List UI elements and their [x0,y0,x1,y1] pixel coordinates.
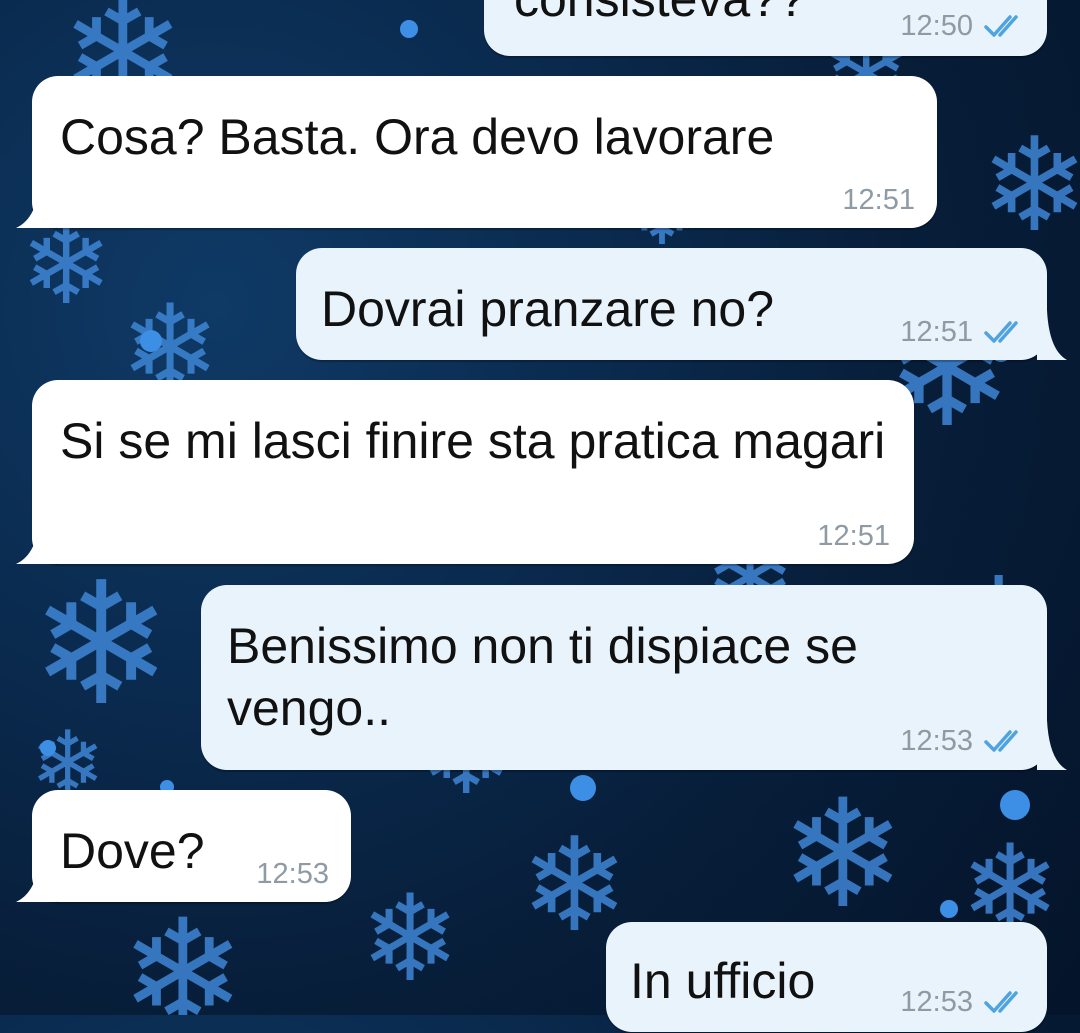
bubble-tail [1037,310,1067,360]
message-text: Dove? [60,823,205,879]
message-bubble-incoming[interactable]: Si se mi lasci finire sta pratica magari… [32,380,914,564]
message-meta: 12:51 [900,314,1027,350]
message-bubble-outgoing[interactable]: In ufficio 12:53 [606,922,1047,1032]
message-bubble-outgoing[interactable]: consisteva?? 12:50 [484,0,1047,56]
message-text: Cosa? Basta. Ora devo lavorare [60,109,775,165]
bubble-tail [16,514,56,564]
wallpaper-dot [940,900,958,918]
message-text: In ufficio [630,953,816,1009]
message-meta: 12:53 [256,856,329,892]
wallpaper-dot [400,20,418,38]
message-meta: 12:51 [842,182,915,218]
snowflake-decoration: ❄ [360,870,461,1009]
snowflake-decoration: ❄ [30,546,173,744]
bubble-tail [16,178,56,228]
double-check-read-icon [984,730,1018,752]
bubble-tail [16,852,56,902]
message-bubble-incoming[interactable]: Cosa? Basta. Ora devo lavorare 12:51 [32,76,937,228]
wallpaper-dot [40,740,56,756]
message-text: Si se mi lasci finire sta pratica magari [60,413,886,469]
snowflake-decoration: ❄ [780,768,906,942]
double-check-read-icon [984,321,1018,343]
double-check-read-icon [984,15,1018,37]
message-time: 12:53 [256,858,329,890]
snowflake-decoration: ❄ [120,888,246,1015]
message-time: 12:51 [900,316,973,348]
message-time: 12:51 [842,184,915,216]
message-time: 12:51 [817,520,890,552]
message-bubble-outgoing[interactable]: Dovrai pranzare no? 12:51 [296,248,1047,360]
message-time: 12:50 [900,10,973,42]
snowflake-decoration: ❄ [980,109,1080,261]
message-time: 12:53 [900,986,973,1018]
wallpaper-dot [570,775,596,801]
wallpaper-dot [140,330,162,352]
message-time: 12:53 [900,725,973,757]
bubble-tail [1037,720,1067,770]
wallpaper-dot [1000,790,1030,820]
message-text: consisteva?? [514,0,806,30]
double-check-read-icon [984,991,1018,1013]
message-bubble-outgoing[interactable]: Benissimo non ti dispiace se vengo.. 12:… [201,585,1047,770]
message-meta: 12:53 [900,723,1027,759]
message-meta: 12:51 [817,518,890,554]
message-text: Dovrai pranzare no? [321,281,775,337]
message-bubble-incoming[interactable]: Dove? 12:53 [32,790,351,902]
message-meta: 12:50 [900,8,1027,44]
